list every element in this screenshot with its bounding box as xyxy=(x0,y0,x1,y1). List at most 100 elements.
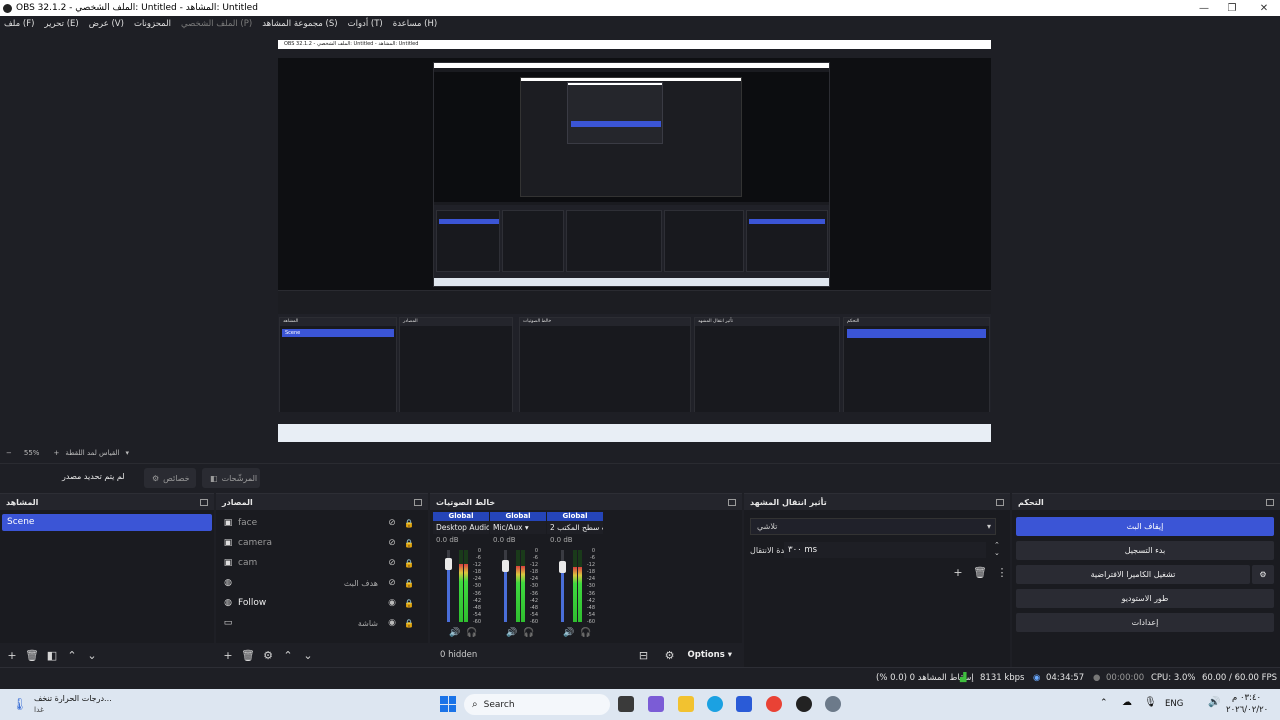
speaker-icon[interactable]: 🔊 xyxy=(449,628,460,638)
file-explorer-icon[interactable] xyxy=(678,696,694,712)
add-icon[interactable]: + xyxy=(220,647,236,663)
virtual-camera-settings-button[interactable]: ⚙ xyxy=(1252,565,1274,584)
studio-mode-button[interactable]: طور الاستوديو xyxy=(1016,589,1274,608)
trash-icon[interactable]: 🗑 xyxy=(972,564,988,580)
eye-icon[interactable]: ◉ xyxy=(386,598,398,608)
menu-item-0[interactable]: ملف (F) xyxy=(4,19,34,29)
menu-item-7[interactable]: مساعدة (H) xyxy=(393,19,437,29)
trash-icon[interactable]: 🗑 xyxy=(24,647,40,663)
eye-icon[interactable]: ◉ xyxy=(386,618,398,628)
start-recording-button[interactable]: بدء التسجيل xyxy=(1016,541,1274,560)
undock-icon[interactable] xyxy=(728,498,736,506)
volume-fader[interactable] xyxy=(445,550,452,622)
arrow-down-icon[interactable]: ⌄ xyxy=(300,647,316,663)
source-item[interactable]: ▣ cam ⊘ 🔒 xyxy=(216,553,428,573)
lock-icon[interactable]: 🔒 xyxy=(404,519,414,528)
headphones-icon[interactable]: 🎧 xyxy=(523,628,534,638)
task-view-icon[interactable] xyxy=(618,696,634,712)
chevron-down-icon[interactable]: ▾ xyxy=(125,449,129,457)
volume-fader[interactable] xyxy=(502,550,509,622)
filter-icon[interactable]: ◧ xyxy=(44,647,60,663)
gear-icon[interactable]: ⚙ xyxy=(260,647,276,663)
undock-icon[interactable] xyxy=(414,498,422,506)
chevron-up-icon[interactable]: ⌃ xyxy=(1100,698,1108,708)
more-icon[interactable]: ⋮ xyxy=(994,564,1010,580)
arrow-down-icon[interactable]: ⌄ xyxy=(84,647,100,663)
trash-icon[interactable]: 🗑 xyxy=(240,647,256,663)
virtual-camera-button[interactable]: تشغيل الكاميرا الافتراضية xyxy=(1016,565,1250,584)
lock-icon[interactable]: 🔒 xyxy=(404,599,414,608)
menu-item-4[interactable]: الملف الشخصي (P) xyxy=(181,19,252,29)
speaker-icon[interactable]: 🔊 xyxy=(506,628,517,638)
eye-hidden-icon[interactable]: ⊘ xyxy=(386,578,398,588)
source-item[interactable]: ◍ هدف البث ⊘ 🔒 xyxy=(216,573,428,593)
start-icon[interactable] xyxy=(440,696,456,712)
taskbar-search[interactable]: ⌕ Search xyxy=(464,694,610,715)
close-button[interactable]: ✕ xyxy=(1248,0,1280,16)
source-item[interactable]: ▣ face ⊘ 🔒 xyxy=(216,513,428,533)
channel-name[interactable]: Desktop Audio ▾ xyxy=(433,521,489,534)
stop-streaming-button[interactable]: إيقاف البث xyxy=(1016,517,1274,536)
chrome-icon[interactable] xyxy=(766,696,782,712)
speaker-icon[interactable]: 🔊 xyxy=(563,628,574,638)
lock-icon[interactable]: 🔒 xyxy=(404,559,414,568)
advanced-audio-icon[interactable]: ⚙ xyxy=(662,647,678,663)
zoom-out-button[interactable]: − xyxy=(6,449,12,457)
menu-item-2[interactable]: عرض (V) xyxy=(89,19,124,29)
undock-icon[interactable] xyxy=(1266,498,1274,506)
add-icon[interactable]: + xyxy=(4,647,20,663)
headphones-icon[interactable]: 🎧 xyxy=(466,628,477,638)
scene-item[interactable]: Scene xyxy=(2,514,212,531)
maximize-button[interactable]: ❐ xyxy=(1216,0,1248,16)
source-item[interactable]: ◍ Follow ◉ 🔒 xyxy=(216,593,428,613)
hidden-count[interactable]: 0 hidden xyxy=(440,650,477,660)
volume-fader[interactable] xyxy=(559,550,566,622)
menu-item-5[interactable]: مجموعة المشاهد (S) xyxy=(262,19,337,29)
channel-name[interactable]: صوت سطح المكتب 2 ▾ xyxy=(547,521,603,534)
add-icon[interactable]: + xyxy=(950,564,966,580)
weather-icon[interactable]: 🌡 xyxy=(12,697,27,711)
source-item[interactable]: ▣ camera ⊘ 🔒 xyxy=(216,533,428,553)
duration-input[interactable]: ٣٠٠ ms xyxy=(784,542,986,558)
program-preview[interactable]: OBS 32.1.2 - الملف الشخصي: Untitled - ال… xyxy=(278,40,991,442)
store-icon[interactable] xyxy=(736,696,752,712)
lock-icon[interactable]: 🔒 xyxy=(404,539,414,548)
layout-icon[interactable]: ⊟ xyxy=(636,647,652,663)
arrow-up-icon[interactable]: ⌃ xyxy=(280,647,296,663)
source-item[interactable]: ▭ شاشة ◉ 🔒 xyxy=(216,613,428,633)
menu-item-6[interactable]: أدوات (T) xyxy=(348,19,383,29)
lock-icon[interactable]: 🔒 xyxy=(404,579,414,588)
menu-item-3[interactable]: المحزونات xyxy=(134,19,171,29)
microphone-icon[interactable]: 🎙 xyxy=(1144,697,1157,708)
zoom-in-button[interactable]: + xyxy=(53,449,59,457)
weather-text[interactable]: درجات الحرارة تنخف... xyxy=(34,694,112,703)
filters-button[interactable]: ◧ المرشّحات xyxy=(202,468,260,488)
transition-select[interactable]: تلاشي ▾ xyxy=(750,518,996,535)
channel-name[interactable]: Mic/Aux ▾ xyxy=(490,521,546,534)
settings-taskbar-icon[interactable] xyxy=(825,696,841,712)
settings-button[interactable]: إعدادات xyxy=(1016,613,1274,632)
fader-handle[interactable] xyxy=(502,559,509,572)
eye-hidden-icon[interactable]: ⊘ xyxy=(386,558,398,568)
menu-item-1[interactable]: تحرير (E) xyxy=(44,19,78,29)
undock-icon[interactable] xyxy=(996,498,1004,506)
lock-icon[interactable]: 🔒 xyxy=(404,619,414,628)
clock-time[interactable]: ٠٣:٤٠ م xyxy=(1232,693,1261,703)
obs-taskbar-icon[interactable] xyxy=(796,696,812,712)
fader-handle[interactable] xyxy=(445,558,452,571)
mixer-options-button[interactable]: Options ▾ xyxy=(688,650,732,660)
fader-handle[interactable] xyxy=(559,561,566,574)
network-icon[interactable]: ☁ xyxy=(1122,697,1132,708)
eye-hidden-icon[interactable]: ⊘ xyxy=(386,538,398,548)
arrow-up-icon[interactable]: ⌃ xyxy=(64,647,80,663)
volume-icon[interactable]: 🔊 xyxy=(1208,697,1220,708)
teams-icon[interactable] xyxy=(648,696,664,712)
eye-hidden-icon[interactable]: ⊘ xyxy=(386,518,398,528)
language-indicator[interactable]: ENG xyxy=(1165,699,1183,709)
headphones-icon[interactable]: 🎧 xyxy=(580,628,591,638)
undock-icon[interactable] xyxy=(200,498,208,506)
zoom-mode-label[interactable]: القياس لمد اللقطة xyxy=(65,449,119,457)
clock-date[interactable]: ٢٠٢٦/٠٢/٢٠ xyxy=(1226,705,1268,715)
properties-button[interactable]: ⚙ خصائص xyxy=(144,468,196,488)
edge-icon[interactable] xyxy=(707,696,723,712)
